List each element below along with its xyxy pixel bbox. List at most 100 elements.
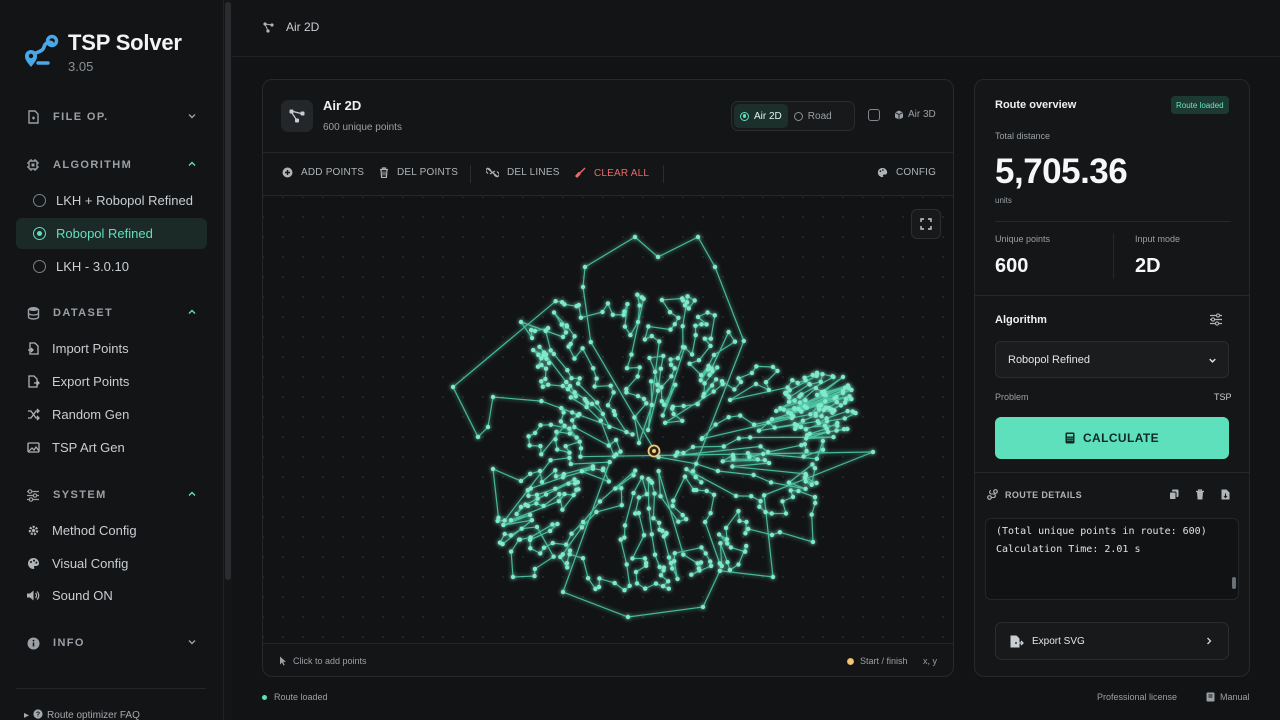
export-svg-button[interactable]: Export SVG: [995, 622, 1229, 660]
download-file-icon[interactable]: [1221, 489, 1230, 500]
route-point: [725, 541, 730, 546]
radio-button[interactable]: [33, 260, 46, 273]
fullscreen-button[interactable]: [911, 209, 941, 239]
route-point: [821, 407, 827, 413]
scrollbar-thumb[interactable]: [225, 2, 231, 580]
map-hint-label: Click to add points: [293, 656, 367, 666]
map-canvas[interactable]: [263, 197, 953, 643]
route-point: [539, 379, 544, 384]
manual-link[interactable]: Manual: [1206, 692, 1250, 702]
export-icon: [26, 374, 40, 388]
algorithm-title: Algorithm: [995, 314, 1047, 326]
algorithm-option-robopol-refined[interactable]: Robopol Refined: [16, 218, 207, 249]
route-point: [695, 402, 700, 407]
route-point: [774, 408, 779, 414]
sidebar-item-export-points[interactable]: Export Points: [26, 370, 206, 392]
route-point: [809, 512, 814, 517]
air-3d-checkbox[interactable]: [868, 109, 880, 121]
route-point: [720, 459, 725, 464]
section-system[interactable]: SYSTEM: [26, 485, 198, 505]
total-distance-label: Total distance: [995, 131, 1051, 141]
route-point: [727, 397, 733, 403]
route-point: [605, 403, 611, 408]
route-point: [765, 449, 771, 455]
route-point: [717, 561, 722, 566]
sidebar-item-random-gen[interactable]: Random Gen: [26, 403, 206, 425]
start-finish-dot: [847, 657, 854, 665]
radio-button[interactable]: [793, 111, 803, 121]
del-lines-button[interactable]: DEL LINES: [486, 167, 560, 178]
sidebar-scrollbar[interactable]: [224, 0, 232, 720]
add-points-button[interactable]: ADD POINTS: [282, 167, 364, 178]
route-point: [803, 427, 809, 432]
route-point: [544, 356, 549, 361]
route-point: [792, 426, 798, 431]
route-point: [813, 385, 819, 391]
calculate-button[interactable]: CALCULATE: [995, 417, 1229, 459]
trash-icon[interactable]: [1195, 489, 1205, 500]
route-point: [606, 479, 612, 484]
route-point: [548, 422, 554, 427]
del-lines-label: DEL LINES: [507, 167, 560, 178]
route-point: [596, 584, 602, 590]
app-logo: TSP Solver 3.05: [22, 30, 182, 74]
route-point: [594, 376, 599, 381]
sidebar-item-visual-config[interactable]: Visual Config: [26, 552, 206, 574]
route-panel: Route overview Route loaded Total distan…: [974, 79, 1250, 677]
route-point: [514, 511, 519, 517]
algorithm-select[interactable]: Robopol Refined: [995, 341, 1229, 378]
section-dataset[interactable]: DATASET: [26, 303, 198, 323]
copy-icon[interactable]: [1169, 489, 1179, 500]
route-point: [803, 436, 809, 441]
sidebar-item-tsp-art-gen[interactable]: TSP Art Gen: [26, 436, 206, 458]
route-point: [553, 437, 558, 442]
route-point: [555, 521, 560, 527]
route-point: [680, 512, 685, 518]
route-point: [532, 430, 538, 436]
route-point: [576, 487, 581, 492]
tune-icon[interactable]: [1209, 313, 1223, 326]
mode-option-road[interactable]: Road: [788, 104, 838, 128]
config-button[interactable]: CONFIG: [877, 167, 936, 178]
air-3d-toggle[interactable]: Air 3D: [894, 109, 936, 120]
route-point: [708, 336, 714, 341]
log-scrollbar[interactable]: [1232, 577, 1236, 589]
route-point: [578, 315, 584, 320]
add-points-label: ADD POINTS: [301, 167, 365, 178]
route-point: [701, 394, 706, 399]
algorithm-option-lkh-robopol[interactable]: LKH + Robopol Refined: [16, 185, 207, 216]
algorithm-option-lkh[interactable]: LKH - 3.0.10: [16, 251, 207, 282]
radio-button[interactable]: [33, 194, 46, 207]
cpu-icon: [26, 158, 40, 172]
map-card: Air 2D 600 unique points Air 2D Road Air…: [262, 79, 954, 677]
route-point: [661, 353, 666, 359]
route-point: [680, 324, 685, 329]
radio-button[interactable]: [740, 111, 749, 121]
route-point: [635, 374, 640, 379]
route-point: [646, 506, 651, 511]
route-point: [700, 604, 706, 610]
route-point: [726, 329, 731, 335]
sidebar-item-import-points[interactable]: Import Points: [26, 337, 206, 359]
section-info[interactable]: INFO: [26, 633, 198, 653]
route-point: [646, 476, 651, 482]
route-point: [550, 540, 555, 546]
route-point: [577, 376, 582, 381]
breadcrumb: Air 2D: [263, 20, 319, 34]
faq-link[interactable]: ▸ ? Route optimizer FAQ: [24, 709, 140, 720]
route-point: [831, 434, 836, 440]
radio-button[interactable]: [33, 227, 46, 240]
del-points-button[interactable]: DEL POINTS: [379, 167, 458, 178]
mode-option-air-2d[interactable]: Air 2D: [734, 104, 788, 128]
section-file-op[interactable]: FILE OP.: [26, 107, 198, 127]
sidebar-item-sound[interactable]: Sound ON: [26, 584, 206, 606]
route-details-log[interactable]: (Total unique points in route: 600) Calcu…: [985, 518, 1239, 600]
route-point: [528, 471, 533, 476]
route-point: [573, 394, 578, 399]
section-algorithm[interactable]: ALGORITHM: [26, 155, 198, 175]
route-point: [561, 471, 567, 477]
clear-all-button[interactable]: CLEAR ALL: [574, 167, 649, 179]
route-details-header: ROUTE DETAILS: [987, 489, 1082, 500]
sidebar-item-method-config[interactable]: Method Config: [26, 519, 206, 541]
sidebar-item-label: Visual Config: [52, 555, 129, 571]
